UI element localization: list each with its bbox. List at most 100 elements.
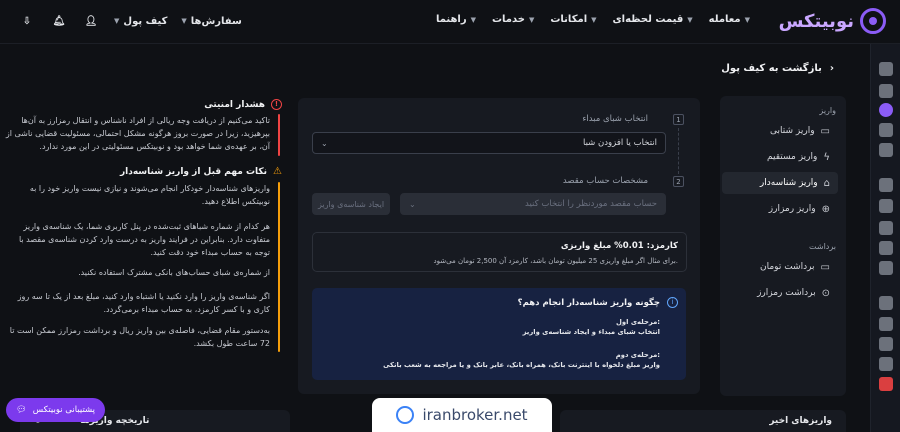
watermark: iranbroker.net (372, 398, 552, 432)
destination-account-select-value: حساب مقصد موردنظر را انتخاب کنید (525, 199, 657, 209)
card-icon: ▭ (820, 125, 830, 137)
top-bar: نوبیتکس معامله ▼ قیمت لحظه‌ای ▼ امکانات ▼ خ… (0, 0, 900, 44)
card-icon: ▭ (820, 261, 830, 273)
lightning-icon[interactable] (879, 199, 893, 213)
back-to-wallet[interactable]: بازگشت به کیف پول › (721, 63, 834, 74)
orders-label: سفارش‌ها (190, 15, 242, 27)
nav-help[interactable]: راهنما ▼ (436, 14, 476, 25)
coin-icon[interactable] (879, 221, 893, 235)
security-warning-title-text: هشدار امنیتی (204, 99, 265, 110)
nav-trade[interactable]: معامله ▼ (709, 14, 750, 25)
globe-icon[interactable] (879, 178, 893, 192)
create-deposit-id-button[interactable]: ایجاد شناسه‌ی واریز (312, 193, 390, 215)
step-connector (678, 128, 679, 174)
orders-icon[interactable] (879, 123, 893, 137)
chevron-down-icon: ⌄ (409, 199, 416, 209)
step2-label: مشخصات حساب مقصد (562, 176, 648, 186)
nav-help-label: راهنما (435, 14, 467, 25)
security-warning-text: تاکید می‌کنیم از دریافت وجه ریالی از افر… (5, 116, 270, 151)
how-to-box: i چگونه واریز شناسه‌دار انجام دهم؟ مرحله… (312, 288, 686, 380)
tips-paragraph-2: هر کدام از شماره شباهای ثبت‌شده در پنل ک… (18, 222, 270, 257)
how-to-title: چگونه واریز شناسه‌دار انجام دهم؟ (517, 298, 660, 308)
nav-trade-label: معامله (708, 14, 741, 25)
menu-item-instant-deposit[interactable]: واریز شتابی ▭ (722, 120, 838, 142)
nav-prices-label: قیمت لحظه‌ای (612, 14, 684, 25)
tips-paragraph-3: از شماره‌ی شبای حساب‌های بانکی مشترک است… (78, 268, 270, 277)
tips-title: نکات مهم قبل از واریز شناسه‌دار ⚠ (120, 166, 282, 177)
how-step2-title: مرحله‌ی دوم: (615, 351, 660, 359)
wallet-label: کیف پول (123, 15, 168, 27)
lightning-icon: ϟ (823, 151, 830, 163)
tips-paragraph-1: واریزهای شناسه‌دار خودکار انجام می‌شوند … (29, 184, 270, 206)
chevron-down-icon: ▼ (591, 15, 597, 24)
bell-icon[interactable]: 🔔︎ (50, 12, 68, 30)
watermark-text: iranbroker.net (422, 406, 528, 424)
nav-services-label: خدمات (492, 14, 525, 25)
profile-icon[interactable] (879, 296, 893, 310)
source-iban-select[interactable]: ⌄ انتخاب یا افزودن شبا (312, 132, 666, 154)
tips-note-bar (278, 182, 280, 352)
mail-icon[interactable] (879, 357, 893, 371)
download-icon[interactable]: ⇩ (18, 12, 36, 30)
logout-icon[interactable] (879, 377, 893, 391)
menu-item-label: واریز رمزارز (768, 204, 816, 214)
crown-icon[interactable] (879, 241, 893, 255)
orders-menu[interactable]: ▼ سفارش‌ها (181, 16, 241, 27)
recent-deposits-card: واریزهای اخیر (560, 410, 846, 432)
deposit-icon[interactable] (879, 103, 893, 117)
chevron-down-icon: ▼ (470, 15, 476, 24)
nav-services[interactable]: خدمات ▼ (492, 14, 534, 25)
menu-item-label: واریز مستقیم (767, 152, 818, 162)
icon-rail (870, 44, 900, 432)
brand-logo[interactable]: نوبیتکس (779, 8, 886, 34)
step1-number: 1 (673, 114, 684, 125)
tips-title-text: نکات مهم قبل از واریز شناسه‌دار (119, 166, 268, 177)
dashboard-icon[interactable] (879, 62, 893, 76)
chevron-down-icon: ⌄ (321, 138, 328, 148)
info-icon: i (667, 297, 678, 308)
chevron-down-icon: ▼ (744, 15, 750, 24)
how-step2-text: واریز مبلغ دلخواه با اینترنت بانک، همراه… (383, 361, 660, 369)
wallet-menu[interactable]: ▼ کیف پول (114, 16, 167, 27)
user-icon[interactable]: 👤︎ (82, 12, 100, 30)
warning-triangle-icon: ⚠ (273, 166, 282, 177)
tips-paragraph-4: اگر شناسه‌ی واریز را وارد نکنید یا اشتبا… (17, 292, 270, 314)
menu-item-label: برداشت رمزارز (757, 288, 816, 298)
chevron-down-icon: ▼ (687, 15, 693, 24)
nav-prices[interactable]: قیمت لحظه‌ای ▼ (613, 14, 693, 25)
calendar-icon[interactable] (879, 261, 893, 275)
support-label: پشتیبانی نوبیتکس (32, 405, 95, 415)
chart-icon[interactable] (879, 143, 893, 157)
menu-item-direct-deposit[interactable]: واریز مستقیم ϟ (722, 146, 838, 168)
destination-account-select[interactable]: ⌄ حساب مقصد موردنظر را انتخاب کنید (400, 193, 666, 215)
chevron-down-icon: ▼ (528, 15, 535, 24)
tips-paragraph-5: به‌دستور مقام قضایی، فاصله‌ی بین واریز ر… (9, 326, 270, 348)
back-label: بازگشت به کیف پول (721, 63, 822, 74)
step1-label: انتخاب شبای مبداء (582, 114, 648, 124)
menu-item-toman-withdraw[interactable]: برداشت تومان ▭ (722, 256, 838, 278)
bank-icon: ⌂ (823, 177, 830, 189)
menu-item-label: واریز شناسه‌دار (759, 178, 818, 188)
how-step1-title: مرحله‌ی اول: (616, 318, 660, 326)
support-button[interactable]: 💬︎ پشتیبانی نوبیتکس (6, 398, 105, 422)
deposit-menu: واریز واریز شتابی ▭ واریز مستقیم ϟ واریز ش… (720, 96, 846, 396)
wallet-icon[interactable] (879, 84, 893, 98)
menu-item-id-deposit[interactable]: واریز شناسه‌دار ⌂ (722, 172, 838, 194)
menu-item-crypto-withdraw[interactable]: برداشت رمزارز ⊙ (722, 282, 838, 304)
security-note-bar (278, 114, 280, 156)
chevron-down-icon: ▼ (114, 17, 120, 25)
logo-mark-icon (860, 8, 886, 34)
users-icon[interactable] (879, 337, 893, 351)
nav-features[interactable]: امکانات ▼ (550, 14, 596, 25)
main-nav: معامله ▼ قیمت لحظه‌ای ▼ امکانات ▼ خدمات ▼ را… (436, 14, 750, 25)
how-step1-text: انتخاب شبای مبداء و ایجاد شناسه‌ی واریز (522, 328, 660, 336)
menu-item-label: واریز شتابی (770, 126, 815, 136)
nav-features-label: امکانات (550, 14, 588, 25)
menu-section-deposit: واریز (819, 106, 836, 115)
shield-icon[interactable] (879, 317, 893, 331)
fee-title: کارمزد: 0.01% مبلغ واریزی (560, 241, 678, 251)
chevron-right-icon: › (829, 63, 834, 74)
menu-item-crypto-deposit[interactable]: واریز رمزارز ⊕ (722, 198, 838, 220)
download-circle-icon: ⊕ (821, 203, 830, 215)
top-left-actions: ⇩ 🔔︎ 👤︎ ▼ کیف پول ▼ سفارش‌ها (18, 12, 242, 30)
